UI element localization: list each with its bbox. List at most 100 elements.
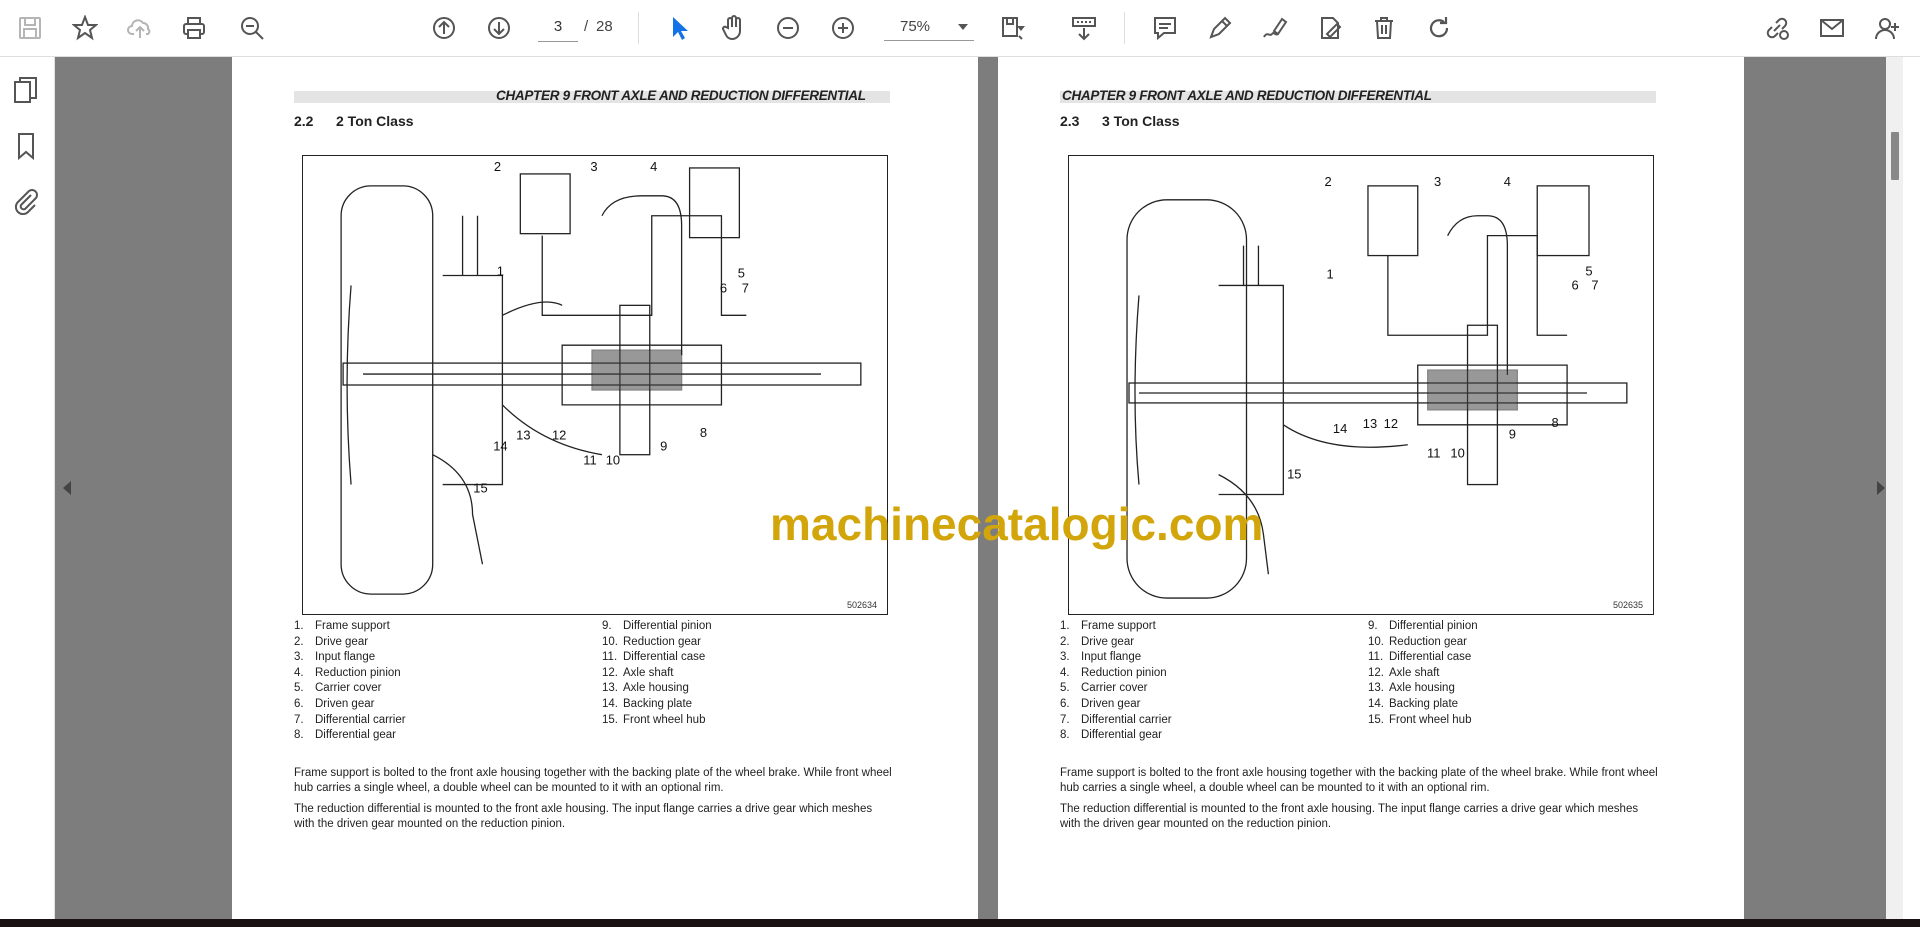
callout-2: 2 bbox=[494, 159, 501, 174]
zoom-search-icon[interactable] bbox=[232, 8, 272, 48]
zoom-in-icon[interactable] bbox=[823, 8, 863, 48]
bookmark-star-icon[interactable] bbox=[65, 8, 105, 48]
legend-number: 7. bbox=[294, 713, 304, 726]
callout-3: 3 bbox=[590, 159, 597, 174]
callout-7: 7 bbox=[742, 280, 749, 295]
legend-text: Axle shaft bbox=[623, 666, 674, 679]
zoom-dropdown[interactable]: 75% bbox=[884, 13, 974, 41]
legend-item: 10. Reduction gear bbox=[602, 635, 712, 651]
attachment-icon[interactable] bbox=[11, 185, 41, 216]
zoom-out-icon[interactable] bbox=[768, 8, 808, 48]
section-number: 2.2 bbox=[294, 113, 314, 129]
legend-item: 12. Axle shaft bbox=[1368, 666, 1478, 682]
callout-11: 11 bbox=[583, 453, 596, 468]
callout-9: 9 bbox=[1509, 427, 1516, 442]
legend-number: 6. bbox=[1060, 697, 1070, 710]
callout-6: 6 bbox=[720, 280, 727, 295]
scrollbar-thumb[interactable] bbox=[1891, 132, 1899, 180]
legend-item: 8. Differential gear bbox=[1060, 728, 1172, 744]
share-link-icon[interactable] bbox=[1757, 8, 1797, 48]
pages-thumbnail-icon[interactable] bbox=[11, 76, 41, 106]
legend-number: 4. bbox=[294, 666, 304, 679]
gear-pack bbox=[591, 349, 683, 391]
section-heading: 2.2 2 Ton Class bbox=[294, 113, 414, 129]
taskbar-strip bbox=[0, 919, 1920, 927]
chapter-heading: CHAPTER 9 FRONT AXLE AND REDUCTION DIFFE… bbox=[496, 88, 866, 103]
legend-number: 1. bbox=[294, 620, 304, 632]
toolbar: 3 / 28 75% bbox=[0, 0, 1920, 57]
callout-3: 3 bbox=[1434, 174, 1441, 189]
legend-item: 7. Differential carrier bbox=[294, 713, 406, 729]
legend-item: 2. Drive gear bbox=[1060, 635, 1172, 651]
legend-text: Frame support bbox=[1081, 620, 1156, 632]
legend-number: 2. bbox=[294, 635, 304, 648]
previous-page-icon[interactable] bbox=[424, 8, 464, 48]
email-icon[interactable] bbox=[1812, 8, 1852, 48]
legend-number: 10. bbox=[1368, 635, 1384, 648]
wheel-tire-outline bbox=[340, 185, 434, 595]
legend-item: 5. Carrier cover bbox=[294, 681, 406, 697]
upload-cloud-icon[interactable] bbox=[120, 8, 160, 48]
legend-number: 1. bbox=[1060, 620, 1070, 632]
legend-item: 11. Differential case bbox=[602, 650, 712, 666]
legend-text: Drive gear bbox=[1081, 635, 1135, 648]
page-number-input[interactable]: 3 bbox=[538, 13, 578, 42]
callout-4: 4 bbox=[650, 159, 657, 174]
print-icon[interactable] bbox=[174, 8, 214, 48]
chapter-heading: CHAPTER 9 FRONT AXLE AND REDUCTION DIFFE… bbox=[1062, 88, 1432, 103]
comment-icon[interactable] bbox=[1145, 8, 1185, 48]
select-cursor-icon[interactable] bbox=[659, 8, 699, 48]
legend-text: Driven gear bbox=[1081, 697, 1141, 710]
callout-8: 8 bbox=[1552, 415, 1559, 430]
rotate-icon[interactable] bbox=[1419, 8, 1459, 48]
next-page-arrow-icon[interactable] bbox=[1877, 481, 1885, 495]
section-title: 3 Ton Class bbox=[1102, 113, 1180, 129]
next-page-icon[interactable] bbox=[479, 8, 519, 48]
fit-page-dropdown-icon[interactable] bbox=[1011, 8, 1031, 48]
legend-number: 9. bbox=[1368, 620, 1378, 632]
legend-number: 9. bbox=[602, 620, 612, 632]
legend-number: 8. bbox=[1060, 729, 1070, 742]
legend-number: 3. bbox=[294, 651, 304, 664]
zoom-value: 75% bbox=[900, 18, 931, 35]
callout-9: 9 bbox=[660, 439, 667, 454]
legend-text: Input flange bbox=[315, 651, 376, 664]
paragraph-1: Frame support is bolted to the front axl… bbox=[294, 767, 892, 794]
callout-13: 13 bbox=[516, 428, 530, 443]
sign-icon[interactable] bbox=[1255, 8, 1295, 48]
bookmark-icon[interactable] bbox=[11, 131, 41, 161]
legend-number: 6. bbox=[294, 697, 304, 710]
legend-item: 4. Reduction pinion bbox=[294, 666, 406, 682]
previous-page-arrow-icon[interactable] bbox=[63, 481, 71, 495]
callout-14: 14 bbox=[1333, 421, 1347, 436]
hand-pan-icon[interactable] bbox=[713, 8, 753, 48]
vertical-scrollbar[interactable] bbox=[1886, 57, 1903, 919]
legend-number: 12. bbox=[602, 666, 618, 679]
legend-text: Reduction gear bbox=[1389, 635, 1467, 648]
legend-text: Reduction pinion bbox=[1081, 666, 1167, 679]
highlight-pen-icon[interactable] bbox=[1200, 8, 1240, 48]
save-icon[interactable] bbox=[10, 8, 50, 48]
scroll-mode-icon[interactable] bbox=[1064, 8, 1104, 48]
document-viewer[interactable]: CHAPTER 9 FRONT AXLE AND REDUCTION DIFFE… bbox=[55, 57, 1903, 919]
legend-number: 11. bbox=[1368, 651, 1384, 664]
legend-text: Differential carrier bbox=[1081, 713, 1172, 726]
callout-10: 10 bbox=[1450, 446, 1464, 461]
legend-text: Backing plate bbox=[623, 697, 693, 710]
callout-5: 5 bbox=[738, 265, 745, 280]
legend-number: 7. bbox=[1060, 713, 1070, 726]
legend-text: Backing plate bbox=[1389, 697, 1459, 710]
legend-item: 13. Axle housing bbox=[602, 681, 712, 697]
callout-2: 2 bbox=[1325, 174, 1332, 189]
callout-12: 12 bbox=[552, 428, 566, 443]
delete-icon[interactable] bbox=[1364, 8, 1404, 48]
legend-item: 6. Driven gear bbox=[294, 697, 406, 713]
add-user-icon[interactable] bbox=[1867, 8, 1907, 48]
callout-6: 6 bbox=[1571, 277, 1578, 292]
legend-text: Differential carrier bbox=[315, 713, 406, 726]
legend-item: 2. Drive gear bbox=[294, 635, 406, 651]
legend-item: 11. Differential case bbox=[1368, 650, 1478, 666]
legend-number: 14. bbox=[1368, 697, 1384, 710]
edit-pdf-icon[interactable] bbox=[1310, 8, 1350, 48]
callout-14: 14 bbox=[493, 439, 507, 454]
